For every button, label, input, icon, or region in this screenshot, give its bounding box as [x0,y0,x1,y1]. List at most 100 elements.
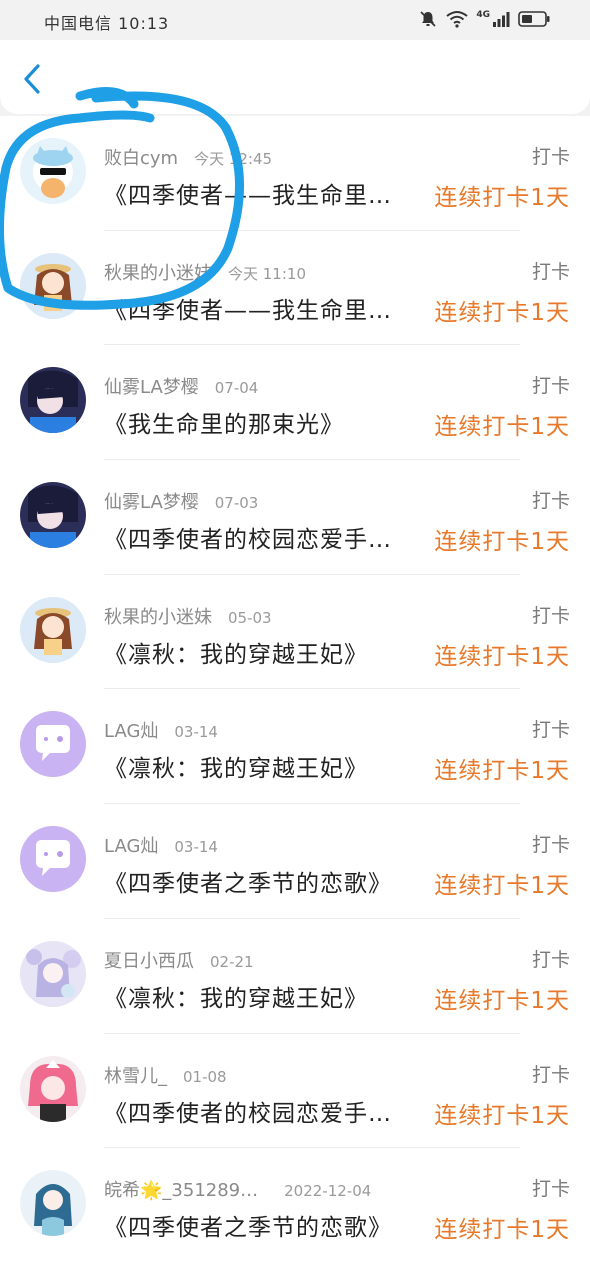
list-item[interactable]: 林雪儿_ 01-08 打卡 《四季使者的校园恋爱手… 连续打卡1天 [0,1034,590,1149]
avatar-pink-icon [20,1055,86,1122]
avatar[interactable] [20,1055,86,1122]
streak-label: 连续打卡1天 [434,529,570,556]
book-title[interactable]: 《四季使者之季节的恋歌》 [104,1208,392,1242]
avatar-chat-icon [20,826,86,893]
back-button[interactable] [18,62,48,96]
punch-label: 打卡 [531,948,570,971]
checkin-time: 2022-12-04 [284,1182,372,1201]
checkin-time: 07-03 [214,494,259,513]
user-name[interactable]: 秋果的小迷妹 [104,607,212,628]
checkin-time: 今天 11:10 [228,264,306,283]
book-title[interactable]: 《四季使者的校园恋爱手… [104,1094,392,1128]
punch-label: 打卡 [531,375,570,398]
avatar[interactable] [20,482,86,549]
book-title[interactable]: 《凛秋：我的穿越王妃》 [104,749,368,783]
user-name[interactable]: 败白cym [104,148,178,169]
user-name[interactable]: 仙雾LA梦樱 [104,492,199,513]
punch-label: 打卡 [531,834,570,857]
book-title[interactable]: 《凛秋：我的穿越王妃》 [104,979,368,1013]
chevron-left-icon [24,64,40,94]
punch-label: 打卡 [531,146,570,168]
user-line: 皖希🌟_351289… 2022-12-04 [104,1176,371,1202]
battery-icon [518,11,550,27]
list-item[interactable]: 败白cym 今天 12:45 打卡 《四季使者——我生命里… 连续打卡1天 [0,116,590,231]
book-title[interactable]: 《四季使者——我生命里… [104,176,392,210]
checkin-list: 败白cym 今天 12:45 打卡 《四季使者——我生命里… 连续打卡1天 秋果的… [0,116,590,1280]
avatar[interactable] [20,826,86,893]
status-bar: 中国电信 10:13 4G [0,0,590,40]
list-item[interactable]: 仙雾LA梦樱 07-03 打卡 《四季使者的校园恋爱手… 连续打卡1天 [0,460,590,575]
book-title[interactable]: 《四季使者——我生命里… [104,291,392,325]
checkin-time: 02-21 [210,952,254,971]
streak-label: 连续打卡1天 [434,873,570,900]
user-line: 夏日小西瓜 02-21 [104,947,254,973]
list-item[interactable]: 仙雾LA梦樱 07-04 打卡 《我生命里的那束光》 连续打卡1天 [0,345,590,461]
user-name[interactable]: 皖希🌟_351289… [104,1180,258,1201]
streak-label: 连续打卡1天 [434,1217,570,1244]
status-left: 中国电信 10:13 [44,10,169,34]
mute-bell-icon [420,11,436,27]
user-name[interactable]: LAG灿 [104,721,158,742]
carrier-name: 中国电信 [44,14,113,33]
list-item[interactable]: LAG灿 03-14 打卡 《凛秋：我的穿越王妃》 连续打卡1天 [0,689,590,805]
user-name[interactable]: LAG灿 [104,836,158,857]
avatar[interactable] [20,940,86,1007]
checkin-time: 今天 12:45 [194,150,273,168]
avatar-girl-brown-icon [20,596,86,663]
avatar[interactable] [20,252,86,319]
streak-label: 连续打卡1天 [434,643,570,670]
user-name[interactable]: 秋果的小迷妹 [104,263,212,284]
book-title[interactable]: 《凛秋：我的穿越王妃》 [104,635,368,669]
list-item[interactable]: LAG灿 03-14 打卡 《四季使者之季节的恋歌》 连续打卡1天 [0,804,590,919]
avatar-girl-brown-icon [20,252,86,319]
streak-label: 连续打卡1天 [434,758,570,785]
list-item[interactable]: 皖希🌟_351289… 2022-12-04 打卡 《四季使者之季节的恋歌》 连续… [0,1148,590,1263]
avatar-mermaid-icon [20,1170,86,1237]
book-title[interactable]: 《我生命里的那束光》 [104,405,344,439]
user-name[interactable]: 夏日小西瓜 [104,951,194,972]
punch-label: 打卡 [531,490,570,513]
book-title[interactable]: 《四季使者之季节的恋歌》 [104,864,392,898]
streak-label: 连续打卡1天 [434,987,570,1014]
checkin-time: 01-08 [183,1067,227,1086]
user-name[interactable]: 林雪儿_ [104,1066,167,1087]
user-line: LAG灿 03-14 [104,832,218,858]
avatar[interactable] [20,596,86,663]
avatar[interactable] [20,367,86,434]
avatar-cat-icon [20,138,86,204]
punch-label: 打卡 [531,604,570,627]
punch-label: 打卡 [531,260,570,283]
user-line: 败白cym 今天 12:45 [104,144,272,170]
wifi-icon [446,11,468,28]
checkin-time: 03-14 [174,838,218,857]
streak-label: 连续打卡1天 [434,299,570,326]
streak-label: 连续打卡1天 [434,185,570,211]
user-line: LAG灿 03-14 [104,717,218,743]
status-icons: 4G [418,9,550,29]
avatar-dark-icon [20,367,86,434]
list-item[interactable]: 秋果的小迷妹 05-03 打卡 《凛秋：我的穿越王妃》 连续打卡1天 [0,575,590,690]
checkin-time: 03-14 [174,723,218,742]
user-line: 仙雾LA梦樱 07-03 [104,488,258,514]
avatar-dark-icon [20,482,86,549]
avatar[interactable] [20,711,86,778]
user-name[interactable]: 仙雾LA梦樱 [104,377,199,398]
user-line: 秋果的小迷妹 今天 11:10 [104,259,306,285]
checkin-time: 07-04 [214,379,259,398]
punch-label: 打卡 [531,719,570,742]
signal-icon [493,12,510,27]
list-item[interactable]: 夏日小西瓜 02-21 打卡 《凛秋：我的穿越王妃》 连续打卡1天 [0,919,590,1034]
avatar-lilac-icon [20,940,86,1007]
nav-bar [0,40,590,114]
list-item[interactable]: 秋果的小迷妹 今天 11:10 打卡 《四季使者——我生命里… 连续打卡1天 [0,231,590,346]
user-line: 秋果的小迷妹 05-03 [104,603,272,629]
avatar[interactable] [20,1170,86,1237]
avatar-chat-icon [20,711,86,778]
streak-label: 连续打卡1天 [434,414,570,441]
avatar[interactable] [20,138,86,204]
streak-label: 连续打卡1天 [434,1102,570,1129]
network-type: 4G [476,10,490,20]
clock: 10:13 [118,14,170,33]
book-title[interactable]: 《四季使者的校园恋爱手… [104,520,392,554]
checkin-time: 05-03 [228,608,272,627]
